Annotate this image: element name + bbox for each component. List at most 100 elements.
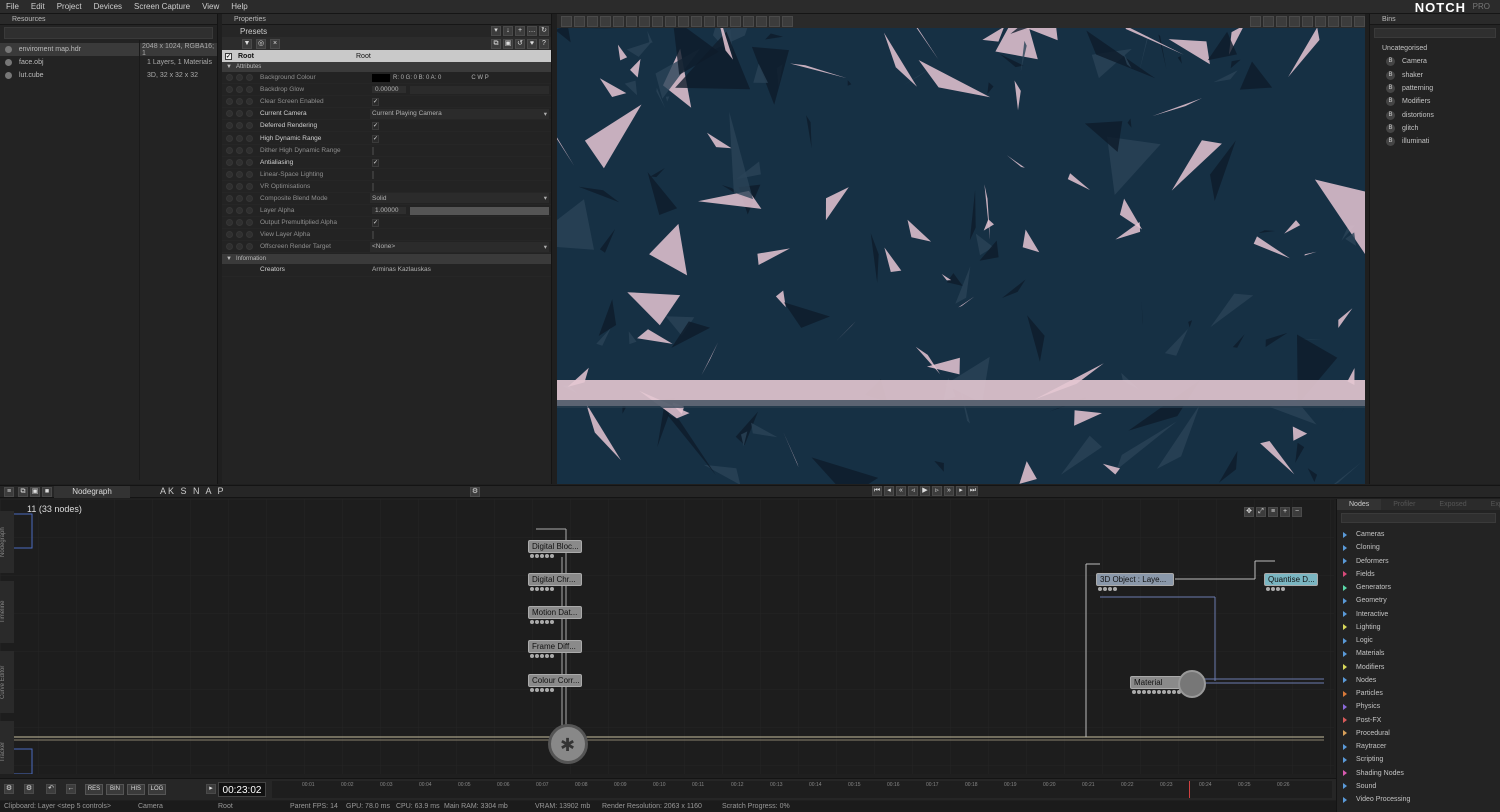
attribute-value[interactable]: ✓ bbox=[370, 98, 551, 107]
playhead[interactable] bbox=[1189, 781, 1190, 798]
node-category-item[interactable]: Video Processing bbox=[1337, 793, 1500, 806]
copy-icon[interactable]: ⧉ bbox=[18, 487, 28, 497]
keyframe-dot-icon[interactable] bbox=[236, 207, 243, 215]
root-output-node[interactable]: ✱ bbox=[548, 724, 588, 764]
root-node-row[interactable]: ✓ Root Root bbox=[222, 50, 551, 62]
zoom-in-icon[interactable]: + bbox=[1280, 507, 1290, 517]
render-viewport[interactable] bbox=[557, 14, 1365, 484]
play-icon[interactable]: ▶ bbox=[920, 486, 930, 496]
menu-item-devices[interactable]: Devices bbox=[88, 2, 128, 11]
node-box[interactable]: 3D Object : Laye... bbox=[1096, 573, 1174, 586]
node-category-item[interactable]: Procedural bbox=[1337, 727, 1500, 740]
bins-search-input[interactable] bbox=[1374, 28, 1496, 38]
attribute-value[interactable]: R: 0 G: 0 B: 0 A: 0 C W P bbox=[370, 73, 551, 82]
resource-item[interactable]: enviroment map.hdr 2048 x 1024, RGBA16; 1 bbox=[0, 43, 217, 57]
layers-icon[interactable] bbox=[1302, 15, 1313, 27]
node-category-item[interactable]: Post-FX bbox=[1337, 714, 1500, 727]
bin-item[interactable]: Bdistortions bbox=[1370, 108, 1500, 121]
bin-item[interactable]: Bshaker bbox=[1370, 69, 1500, 82]
node-category-item[interactable]: Raytracer bbox=[1337, 740, 1500, 753]
attribute-value[interactable]: ✓ bbox=[370, 219, 551, 228]
more-icon[interactable]: … bbox=[527, 26, 537, 36]
attribute-value[interactable] bbox=[370, 146, 551, 155]
tab-exposed[interactable]: Exposed bbox=[1479, 499, 1500, 510]
bin-item[interactable]: B Modifiers bbox=[1370, 95, 1500, 108]
keyframe-dot-icon[interactable] bbox=[226, 207, 233, 215]
grid-icon[interactable] bbox=[665, 15, 676, 27]
keyframe-dot-icon[interactable] bbox=[226, 98, 233, 106]
node-category-item[interactable]: Deformers bbox=[1337, 555, 1500, 568]
menu-icon[interactable] bbox=[1315, 15, 1326, 27]
keyframe-dot-icon[interactable] bbox=[236, 194, 243, 202]
attribute-value[interactable]: 0.00000 bbox=[370, 85, 551, 94]
attributes-section-header[interactable]: ▼ Attributes bbox=[222, 62, 551, 72]
menu-item-help[interactable]: Help bbox=[225, 2, 253, 11]
value-slider[interactable] bbox=[410, 85, 549, 94]
color-swatch[interactable] bbox=[372, 73, 390, 82]
menu-item-file[interactable]: File bbox=[0, 2, 25, 11]
node-category-item[interactable]: Materials bbox=[1337, 647, 1500, 660]
undo-icon[interactable]: ↶ bbox=[46, 784, 56, 794]
keyframe-dot-icon[interactable] bbox=[236, 74, 243, 82]
node-box[interactable]: Quantise D... bbox=[1264, 573, 1318, 586]
node-category-item[interactable]: Physics bbox=[1337, 700, 1500, 713]
attribute-value[interactable]: ✓ bbox=[370, 122, 551, 131]
close-icon[interactable]: × bbox=[270, 38, 280, 49]
gear-icon[interactable]: ⚙ bbox=[4, 784, 14, 794]
node-icon[interactable] bbox=[626, 15, 637, 27]
attribute-checkbox[interactable]: ✓ bbox=[372, 219, 380, 228]
node-category-item[interactable]: Sound bbox=[1337, 780, 1500, 793]
keyframe-dot-icon[interactable] bbox=[246, 74, 253, 82]
keyframe-dot-icon[interactable] bbox=[226, 158, 233, 166]
keyframe-dot-icon[interactable] bbox=[236, 170, 243, 178]
panel-button-bin[interactable]: BIN bbox=[106, 784, 124, 795]
fit-icon[interactable]: ⤢ bbox=[1256, 507, 1266, 517]
keyframe-dot-icon[interactable] bbox=[246, 146, 253, 154]
rotate-icon[interactable] bbox=[574, 15, 585, 27]
node-category-item[interactable]: Scripting bbox=[1337, 753, 1500, 766]
attribute-checkbox[interactable]: ✓ bbox=[372, 122, 380, 131]
node-category-item[interactable]: Geometry bbox=[1337, 594, 1500, 607]
settings-icon[interactable] bbox=[1250, 15, 1261, 27]
attribute-value[interactable]: Current Playing Camera ▾ bbox=[370, 108, 549, 119]
camera-icon[interactable] bbox=[613, 15, 624, 27]
add-icon[interactable]: + bbox=[515, 26, 525, 36]
menu-item-view[interactable]: View bbox=[196, 2, 225, 11]
move-icon[interactable]: ✥ bbox=[1244, 507, 1254, 517]
menu-icon[interactable]: ≡ bbox=[4, 487, 14, 497]
bin-item[interactable]: Bpatterning bbox=[1370, 82, 1500, 95]
attribute-value[interactable]: ✓ bbox=[370, 134, 551, 143]
keyframe-dot-icon[interactable] bbox=[236, 110, 243, 118]
node-box[interactable]: Digital Chr... bbox=[528, 573, 582, 586]
keyframe-dot-icon[interactable] bbox=[246, 219, 253, 227]
node-ports[interactable] bbox=[530, 587, 554, 592]
down-arrow-icon[interactable]: ▾ bbox=[491, 26, 501, 36]
attribute-checkbox[interactable]: ✓ bbox=[372, 158, 380, 167]
step-forward-icon[interactable]: ▸ bbox=[956, 486, 966, 496]
tab-nodegraph[interactable]: Nodegraph bbox=[54, 486, 130, 498]
align-icon[interactable]: ≡ bbox=[1268, 507, 1278, 517]
timeline-scrubber[interactable]: 00:01 00:02 00:03 00:04 00:05 00:06 00:07 00:08… bbox=[272, 781, 1332, 798]
panel-button-log[interactable]: LOG bbox=[148, 784, 166, 795]
sync-icon[interactable] bbox=[691, 15, 702, 27]
attribute-value[interactable] bbox=[370, 182, 551, 191]
node-ports[interactable] bbox=[1098, 587, 1117, 592]
node-category-item[interactable]: Generators bbox=[1337, 581, 1500, 594]
value-slider[interactable] bbox=[410, 206, 549, 215]
keyframe-dot-icon[interactable] bbox=[226, 146, 233, 154]
zoom-icon[interactable] bbox=[1328, 15, 1339, 27]
attribute-value[interactable] bbox=[370, 231, 551, 240]
timecode-display[interactable]: 00:23:02 bbox=[218, 782, 266, 797]
import-icon[interactable]: ↓ bbox=[503, 26, 513, 36]
attribute-checkbox[interactable]: ✓ bbox=[372, 98, 380, 107]
keyframe-dot-icon[interactable] bbox=[246, 98, 253, 106]
duplicate-icon[interactable]: ▣ bbox=[30, 487, 40, 497]
skip-start-icon[interactable]: ⏮ bbox=[872, 486, 882, 496]
bar-c-icon[interactable] bbox=[730, 15, 741, 27]
reset-icon[interactable]: ↺ bbox=[515, 38, 525, 49]
keyframe-dot-icon[interactable] bbox=[226, 122, 233, 130]
node-ports[interactable] bbox=[530, 688, 554, 693]
record-icon[interactable] bbox=[1354, 15, 1365, 27]
color-mode-buttons[interactable]: C W P bbox=[471, 75, 488, 81]
node-box[interactable]: Digital Bloc... bbox=[528, 540, 582, 553]
